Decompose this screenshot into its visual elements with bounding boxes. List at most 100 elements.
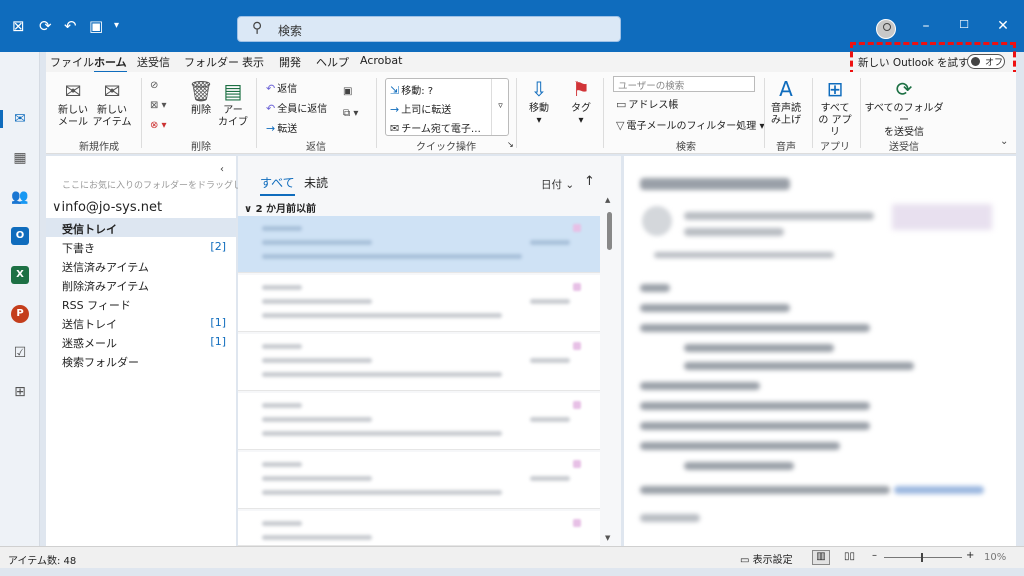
forward-icon: → xyxy=(266,122,276,135)
zoom-slider-thumb[interactable] xyxy=(921,553,923,562)
menu-send-receive[interactable]: 送受信 xyxy=(137,54,170,70)
reading-view-icon[interactable]: ▯▯ xyxy=(844,551,855,562)
people-search-input[interactable]: ユーザーの検索 xyxy=(613,76,755,92)
view-settings-label: 表示設定 xyxy=(752,555,793,566)
reply-all-button[interactable]: ↶ 全員に返信 xyxy=(266,100,327,115)
folder-inbox[interactable]: 受信トレイ xyxy=(46,218,236,237)
powerpoint-app-icon[interactable]: P xyxy=(11,305,29,323)
quick-step-move[interactable]: ⇲ 移動: ? xyxy=(390,82,433,97)
calendar-quick-icon[interactable]: ▣ xyxy=(89,18,103,34)
folder-rss[interactable]: RSS フィード xyxy=(46,294,236,313)
filter-email-button[interactable]: ▽ 電子メールのフィルター処理 ▾ xyxy=(616,117,764,132)
quick-steps-more-button[interactable]: ▿ xyxy=(491,79,509,135)
message-list-scrollbar[interactable]: ▲ ▼ xyxy=(604,196,614,544)
undo-icon[interactable]: ↶ xyxy=(64,18,77,34)
scroll-down-icon[interactable]: ▼ xyxy=(605,534,610,542)
list-item[interactable] xyxy=(238,275,600,332)
maximize-button[interactable]: ☐ xyxy=(954,18,974,31)
all-apps-button[interactable]: ⊞ すべて の アプリ xyxy=(816,78,854,139)
forward-button[interactable]: → 転送 xyxy=(266,120,297,135)
scroll-up-icon[interactable]: ▲ xyxy=(605,196,610,204)
outlook-app-icon[interactable]: O xyxy=(11,227,29,245)
folder-outbox[interactable]: 送信トレイ [1] xyxy=(46,313,236,332)
sort-direction-icon[interactable]: ↑ xyxy=(584,174,595,189)
delete-button[interactable]: 🗑 削除 xyxy=(186,80,216,117)
folder-pane: ‹ ここにお気に入りのフォルダーをドラッグします ∨info@jo-sys.ne… xyxy=(46,156,260,546)
send-receive-all-button[interactable]: ⟳ すべてのフォルダー を送受信 xyxy=(864,78,944,139)
tab-unread[interactable]: 未読 xyxy=(304,174,328,191)
folder-junk[interactable]: 迷惑メール [1] xyxy=(46,332,236,351)
people-icon[interactable]: 👥 xyxy=(11,188,29,206)
folder-search-folders[interactable]: 検索フォルダー xyxy=(46,351,236,370)
folder-deleted[interactable]: 削除済みアイテム xyxy=(46,275,236,294)
new-mail-button[interactable]: ✉ 新しい メール xyxy=(56,80,90,129)
reply-button[interactable]: ↶ 返信 xyxy=(266,80,297,95)
status-bar: アイテム数: 48 ▭ 表示設定 ▥ ▯▯ – + 10% xyxy=(0,546,1024,568)
mail-icon[interactable]: ✉ xyxy=(11,110,29,128)
read-aloud-button[interactable]: A 音声読 み上げ xyxy=(768,78,804,127)
more-apps-icon[interactable]: ⊞ xyxy=(11,383,29,401)
archive-icon: ▤ xyxy=(223,79,243,103)
menu-file[interactable]: ファイル xyxy=(50,54,94,70)
ignore-icon[interactable]: ⊘ xyxy=(150,80,158,91)
close-button[interactable]: ✕ xyxy=(993,18,1013,34)
menu-folder[interactable]: フォルダー xyxy=(184,54,239,70)
menu-developer[interactable]: 開発 xyxy=(279,54,301,70)
list-item[interactable] xyxy=(238,452,600,509)
message-list: すべて 未読 日付 ⌄ ↑ ∨ 2 か月前以前 ▲ ▼ xyxy=(238,156,621,546)
calendar-icon[interactable]: ▦ xyxy=(11,149,29,167)
move-button[interactable]: ⇩ 移動 ▾ xyxy=(524,78,554,127)
quick-step-to-manager[interactable]: → 上司に転送 xyxy=(390,101,451,116)
excel-app-icon[interactable]: X xyxy=(11,266,29,284)
cleanup-icon[interactable]: ⊠ ▾ xyxy=(150,100,167,111)
read-aloud-label: 音声読 み上げ xyxy=(771,103,801,126)
zoom-out-icon[interactable]: – xyxy=(872,550,877,561)
list-item[interactable] xyxy=(238,511,600,546)
junk-icon[interactable]: ⊗ ▾ xyxy=(150,120,167,131)
reading-pane xyxy=(624,156,1016,546)
normal-view-icon[interactable]: ▥ xyxy=(812,550,830,565)
sort-by-date[interactable]: 日付 ⌄ xyxy=(541,177,574,192)
folder-label: 送信済みアイテム xyxy=(62,261,149,274)
folder-sent[interactable]: 送信済みアイテム xyxy=(46,256,236,275)
search-box[interactable]: ⚲ 検索 xyxy=(237,16,621,42)
zoom-slider[interactable] xyxy=(884,557,962,558)
group-header[interactable]: ∨ 2 か月前以前 xyxy=(244,200,316,215)
meeting-icon[interactable]: ▣ xyxy=(343,86,352,97)
outlook-logo-icon: ⊠ xyxy=(12,17,25,35)
new-items-button[interactable]: ✉ 新しい アイテム xyxy=(92,80,132,129)
app-rail: ✉ ▦ 👥 O X P ☑ ⊞ xyxy=(0,52,40,546)
reply-all-label: 全員に返信 xyxy=(277,104,328,115)
menu-home[interactable]: ホーム xyxy=(94,54,127,73)
archive-button[interactable]: ▤ アー カイブ xyxy=(218,80,248,129)
folder-drafts[interactable]: 下書き [2] xyxy=(46,237,236,256)
scroll-thumb[interactable] xyxy=(607,212,612,250)
address-book-button[interactable]: ▭ アドレス帳 xyxy=(616,96,678,111)
menu-help[interactable]: ヘルプ xyxy=(316,54,349,70)
reply-icon: ↶ xyxy=(266,82,276,95)
list-item[interactable] xyxy=(238,334,600,391)
ribbon-collapse-icon[interactable]: ⌄ xyxy=(1000,136,1008,147)
tasks-icon[interactable]: ☑ xyxy=(11,344,29,362)
menu-acrobat[interactable]: Acrobat xyxy=(360,54,402,67)
quick-steps-launcher-icon[interactable]: ↘ xyxy=(507,140,514,149)
read-aloud-icon: A xyxy=(779,77,793,101)
tags-button[interactable]: ⚑ タグ ▾ xyxy=(568,78,594,127)
list-item[interactable] xyxy=(238,393,600,450)
sync-icon[interactable]: ⟳ xyxy=(39,18,52,34)
menu-view[interactable]: 表示 xyxy=(242,54,264,70)
more-respond-icon[interactable]: ⧉ ▾ xyxy=(343,108,358,119)
filter-icon: ▽ xyxy=(616,119,625,132)
customize-toolbar-icon[interactable]: ▾ xyxy=(114,18,119,34)
minimize-button[interactable]: – xyxy=(916,18,936,34)
folder-label: 迷惑メール xyxy=(62,337,117,350)
collapse-folder-pane-icon[interactable]: ‹ xyxy=(220,164,224,175)
account-name[interactable]: ∨info@jo-sys.net xyxy=(52,200,162,215)
view-settings-button[interactable]: ▭ 表示設定 xyxy=(740,551,793,566)
list-item[interactable] xyxy=(238,216,600,273)
quick-step-team-email[interactable]: ✉ チーム宛て電子… xyxy=(390,120,481,135)
avatar[interactable] xyxy=(876,19,896,39)
archive-label: アー カイブ xyxy=(218,105,248,128)
zoom-in-icon[interactable]: + xyxy=(966,550,974,561)
tab-all[interactable]: すべて xyxy=(260,174,295,196)
